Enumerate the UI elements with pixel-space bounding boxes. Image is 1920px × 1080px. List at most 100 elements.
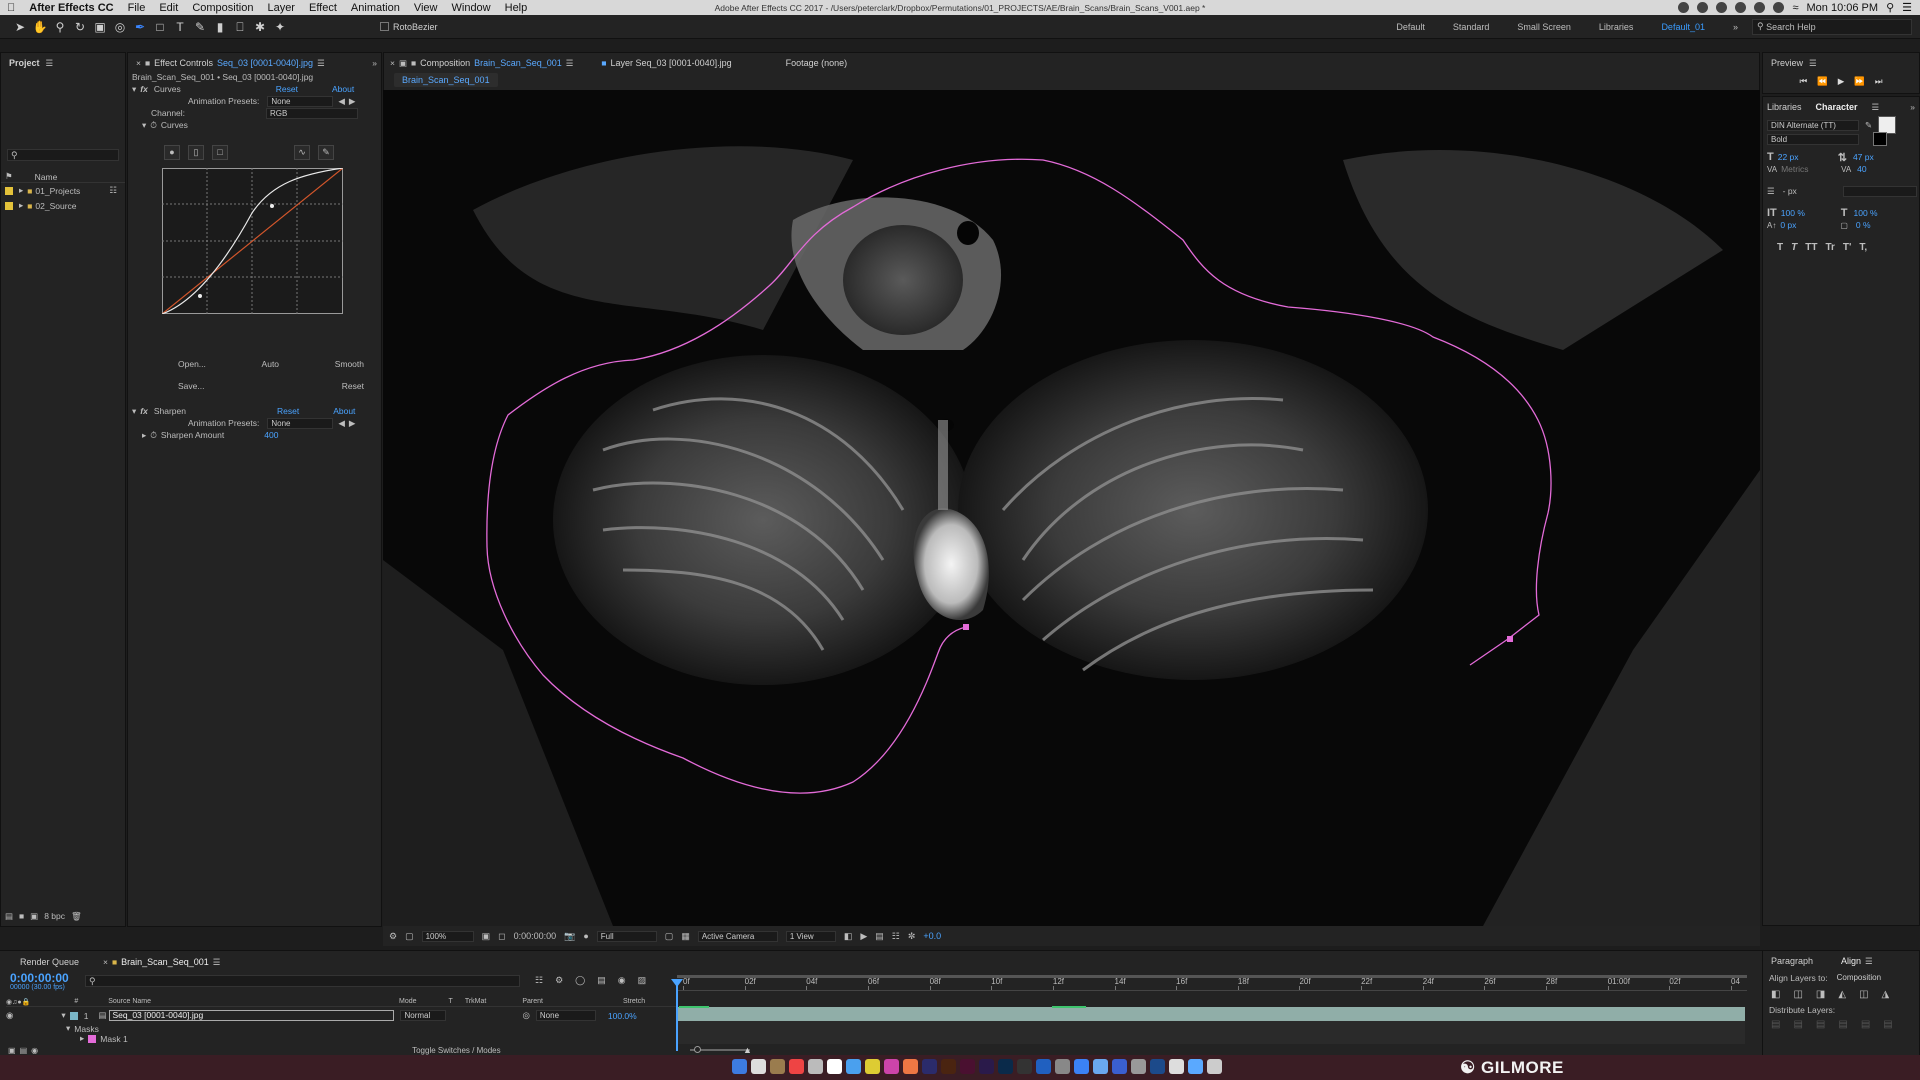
- subscript-button[interactable]: T,: [1859, 242, 1867, 253]
- premiere-icon[interactable]: [979, 1059, 994, 1074]
- pencil-curve-icon[interactable]: ✎: [318, 145, 334, 160]
- apple-icon[interactable]: : [0, 2, 22, 14]
- close-icon[interactable]: ×: [136, 58, 141, 68]
- baseline-shift-value[interactable]: 0 px: [1780, 220, 1826, 230]
- source-name-header[interactable]: Source Name: [108, 998, 151, 1005]
- curves-save-button[interactable]: Save...: [178, 381, 204, 391]
- menu-help[interactable]: Help: [498, 2, 535, 14]
- footage-tab[interactable]: Footage (none): [786, 58, 848, 68]
- brain-scan-image[interactable]: [383, 90, 1760, 926]
- curve-channel-icon[interactable]: ●: [164, 145, 180, 160]
- trash-icon[interactable]: 🗑: [71, 911, 82, 922]
- transparency-icon[interactable]: ▦: [681, 931, 690, 942]
- parent-pickwhip-icon[interactable]: ◎: [522, 1010, 529, 1021]
- panel-menu-icon[interactable]: ☰: [46, 58, 54, 69]
- pixel-aspect-icon[interactable]: ◧: [844, 931, 853, 942]
- disclosure-icon[interactable]: ▾: [132, 406, 136, 417]
- fx-icon[interactable]: fx: [140, 84, 148, 94]
- distribute-bottom-icon[interactable]: ▤: [1816, 1019, 1825, 1030]
- flowchart-icon[interactable]: ☷: [892, 931, 900, 942]
- chrome-icon[interactable]: [865, 1059, 880, 1074]
- status-icon[interactable]: [1735, 2, 1747, 13]
- animation-presets-select[interactable]: None: [267, 417, 334, 429]
- project-tab[interactable]: Project: [9, 58, 40, 68]
- menu-file[interactable]: File: [121, 2, 153, 14]
- itunes-icon[interactable]: [884, 1059, 899, 1074]
- after-effects-icon[interactable]: [922, 1059, 937, 1074]
- stroke-style-select[interactable]: [1842, 185, 1917, 197]
- search-icon[interactable]: ⚲: [1886, 1, 1894, 14]
- comp-breadcrumb[interactable]: Brain_Scan_Seq_001: [402, 75, 490, 85]
- next-preset-icon[interactable]: ▶: [349, 418, 356, 429]
- label-color[interactable]: [69, 1011, 78, 1020]
- status-icon[interactable]: [1716, 2, 1728, 13]
- parent-select[interactable]: None: [535, 1010, 596, 1021]
- layer-mode-select[interactable]: Normal: [400, 1010, 447, 1021]
- expand-icon[interactable]: ▣: [8, 1046, 16, 1055]
- app-icon[interactable]: [1112, 1059, 1127, 1074]
- stopwatch-icon[interactable]: ⏱: [150, 430, 157, 441]
- menu-window[interactable]: Window: [445, 2, 498, 14]
- shy-icon[interactable]: ◯: [575, 975, 585, 986]
- faux-bold-button[interactable]: T: [1777, 242, 1783, 253]
- sharpen-reset-link[interactable]: Reset: [277, 406, 299, 416]
- toggle-switches-modes[interactable]: Toggle Switches / Modes: [412, 1046, 501, 1055]
- leading-value[interactable]: 47 px: [1853, 152, 1874, 162]
- disclosure-icon[interactable]: ▾: [61, 1010, 65, 1021]
- clock[interactable]: Mon 10:06 PM: [1807, 2, 1879, 14]
- curves-smooth-button[interactable]: Smooth: [335, 359, 364, 369]
- graph-editor-icon[interactable]: ▨: [638, 975, 647, 986]
- mode-header[interactable]: Mode: [399, 998, 417, 1005]
- always-preview-icon[interactable]: ⚙: [389, 931, 397, 942]
- menu-composition[interactable]: Composition: [185, 2, 260, 14]
- motion-blur-icon[interactable]: ◉: [618, 975, 626, 986]
- app-icon[interactable]: [1150, 1059, 1165, 1074]
- menu-layer[interactable]: Layer: [260, 2, 302, 14]
- faux-italic-button[interactable]: T: [1791, 242, 1797, 253]
- puppet-tool-icon[interactable]: ✦: [272, 19, 288, 35]
- render-queue-tab[interactable]: Render Queue: [20, 957, 79, 967]
- menu-edit[interactable]: Edit: [152, 2, 185, 14]
- curve-small-grid-icon[interactable]: ▯: [188, 145, 204, 160]
- app-icon[interactable]: [1055, 1059, 1070, 1074]
- app-icon[interactable]: [827, 1059, 842, 1074]
- app-icon[interactable]: [1036, 1059, 1051, 1074]
- panel-menu-icon[interactable]: ☰: [1872, 102, 1880, 113]
- timeline-search-input[interactable]: ⚲: [85, 975, 520, 987]
- eraser-tool-icon[interactable]: ⎕: [232, 19, 248, 35]
- mask-visibility-icon[interactable]: ◻: [498, 931, 505, 942]
- kerning-value[interactable]: Metrics: [1781, 164, 1827, 174]
- monitor-icon[interactable]: ▢: [405, 931, 414, 942]
- lock-icon[interactable]: ■: [411, 58, 416, 68]
- finder-icon[interactable]: [732, 1059, 747, 1074]
- rotate-tool-icon[interactable]: ↻: [72, 19, 88, 35]
- exposure-value[interactable]: +0.0: [923, 931, 941, 941]
- transfer-icon[interactable]: ▤: [20, 1046, 28, 1055]
- exposure-icon[interactable]: ✼: [908, 931, 916, 942]
- roto-brush-tool-icon[interactable]: ✱: [252, 19, 268, 35]
- mask-color[interactable]: [88, 1034, 97, 1043]
- calendar-icon[interactable]: [751, 1059, 766, 1074]
- distribute-right-icon[interactable]: ▤: [1883, 1019, 1892, 1030]
- work-area-bar[interactable]: [677, 975, 1747, 978]
- status-icon[interactable]: [1773, 2, 1785, 13]
- wifi-icon[interactable]: ≈: [1792, 2, 1798, 14]
- tsume-value[interactable]: 0 %: [1856, 220, 1871, 230]
- superscript-button[interactable]: T': [1843, 242, 1852, 253]
- photoshop-icon[interactable]: [998, 1059, 1013, 1074]
- preview-tab[interactable]: Preview: [1771, 58, 1803, 68]
- workspace-default[interactable]: Default: [1382, 22, 1439, 32]
- workspace-standard[interactable]: Standard: [1439, 22, 1504, 32]
- tracking-value[interactable]: 40: [1857, 164, 1866, 174]
- workspace-libraries[interactable]: Libraries: [1585, 22, 1648, 32]
- menu-view[interactable]: View: [407, 2, 445, 14]
- small-caps-button[interactable]: Tr: [1825, 242, 1834, 253]
- disclosure-icon[interactable]: ▸: [142, 430, 146, 441]
- workspace-overflow-icon[interactable]: »: [1719, 22, 1752, 32]
- color-icon[interactable]: ●: [583, 931, 588, 941]
- type-tool-icon[interactable]: T: [172, 19, 188, 35]
- align-bottom-icon[interactable]: ◮: [1882, 989, 1890, 1000]
- menu-animation[interactable]: Animation: [344, 2, 407, 14]
- new-comp-icon[interactable]: ▣: [30, 911, 38, 922]
- prev-preset-icon[interactable]: ◀: [338, 96, 345, 107]
